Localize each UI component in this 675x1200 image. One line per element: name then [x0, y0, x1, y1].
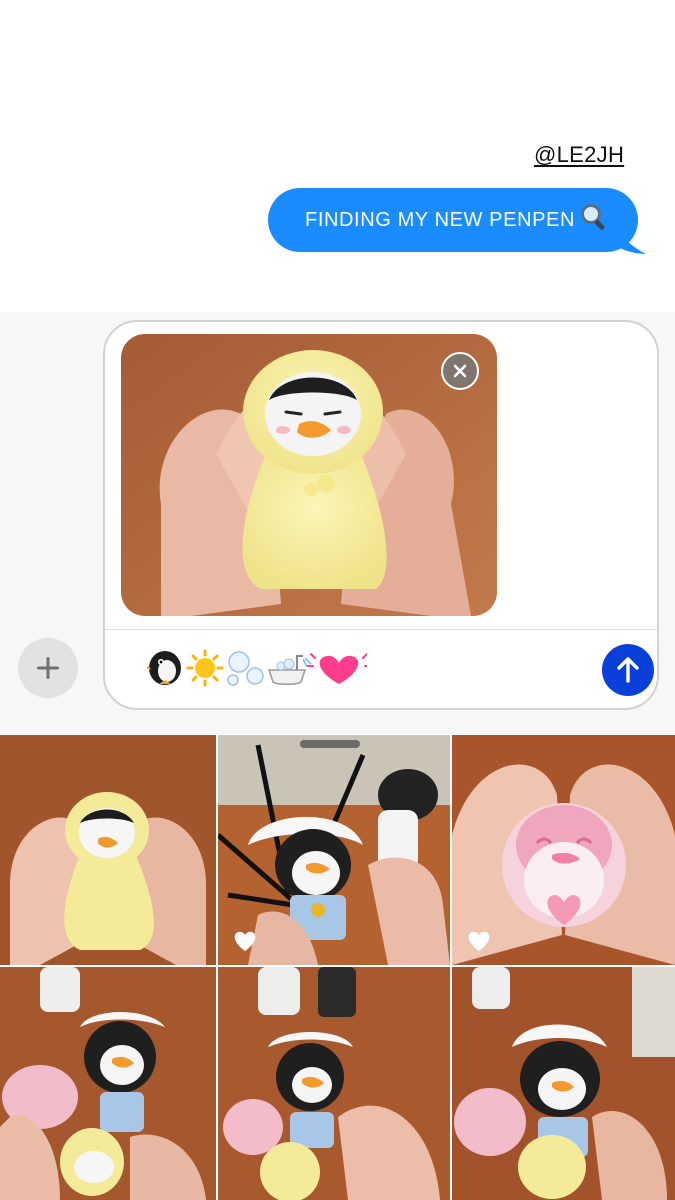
composer-divider [105, 629, 657, 630]
sun-emoji-icon [186, 649, 224, 687]
bathtub-emoji-icon [267, 655, 312, 685]
penguin-emoji-icon [145, 651, 181, 685]
photo-tile[interactable] [0, 735, 216, 965]
arrow-up-icon [617, 657, 639, 683]
photo-tile[interactable] [218, 967, 450, 1200]
attachment-photo [121, 334, 497, 616]
photo-tile[interactable] [452, 735, 675, 965]
growing-heart-emoji-icon [307, 653, 371, 684]
photo-tile[interactable] [218, 735, 450, 965]
photo-tile[interactable] [0, 967, 216, 1200]
close-icon [453, 364, 467, 378]
magnifier-emoji-icon [579, 202, 609, 238]
sheet-drag-handle[interactable] [300, 740, 360, 748]
add-attachment-button[interactable] [18, 638, 78, 698]
bubble-tail [612, 226, 646, 254]
favorite-heart-icon[interactable] [466, 929, 492, 953]
message-input-field[interactable] [145, 648, 567, 688]
sent-message-bubble: FINDING MY NEW PENPEN [268, 188, 638, 252]
message-composer[interactable] [103, 320, 659, 710]
send-button[interactable] [602, 644, 654, 696]
photo-tile[interactable] [452, 967, 675, 1200]
mention-username[interactable]: @LE2JH [534, 142, 624, 168]
photo-picker-grid [0, 735, 675, 1200]
bubbles-emoji-icon [227, 651, 264, 686]
message-text: FINDING MY NEW PENPEN [305, 208, 576, 231]
remove-attachment-button[interactable] [441, 352, 479, 390]
favorite-heart-icon[interactable] [232, 929, 258, 953]
plus-icon [37, 657, 59, 679]
